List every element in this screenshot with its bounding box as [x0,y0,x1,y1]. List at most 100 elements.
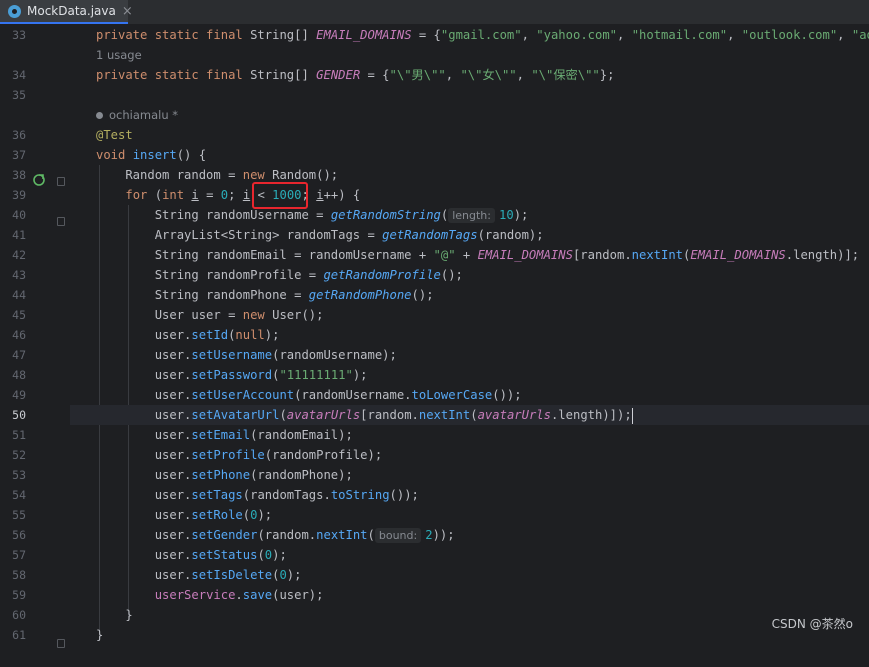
code-line[interactable]: 49 user.setUserAccount(randomUsername.to… [0,385,869,405]
code-line[interactable]: 47 user.setUsername(randomUsername); [0,345,869,365]
code-line[interactable]: 37 void insert() { [0,145,869,165]
code-token: nextInt [631,248,684,262]
code-line[interactable]: 44 String randomPhone = getRandomPhone()… [0,285,869,305]
author-hint[interactable]: ochiamalu * [96,105,178,125]
code-line[interactable]: 54 user.setTags(randomTags.toString()); [0,485,869,505]
code-token: 10 [499,208,514,222]
code-token: nextInt [316,528,368,542]
code-text: user.setGender(random.nextInt(bound: 2)); [96,525,455,545]
code-editor[interactable]: 33 private static final String[] EMAIL_DO… [0,25,869,667]
code-token: ()); [492,388,522,402]
line-number: 61 [12,628,26,642]
code-token: = { [360,68,390,82]
code-line[interactable]: 57 user.setStatus(0); [0,545,869,565]
code-token: "11111111" [279,368,353,382]
line-number: 52 [12,448,26,462]
code-token: "hotmail.com" [631,28,728,42]
code-line[interactable]: 61} [0,625,869,645]
code-text: userService.save(user); [96,585,324,605]
code-token: . [235,588,243,602]
code-text: String randomEmail = randomUsername + "@… [96,245,859,265]
code-line[interactable]: 43 String randomProfile = getRandomProfi… [0,265,869,285]
code-token: insert [132,148,177,162]
code-token: i [191,188,199,202]
line-number: 60 [12,608,26,622]
code-hint-row[interactable]: ochiamalu * [0,105,869,125]
code-line[interactable]: 46 user.setId(null); [0,325,869,345]
code-token: Random(); [272,168,339,182]
close-icon[interactable]: × [122,4,133,19]
code-line[interactable]: 40 String randomUsername = getRandomStri… [0,205,869,225]
code-line[interactable]: 59 userService.save(user); [0,585,869,605]
line-number: 44 [12,288,26,302]
code-text: user.setPhone(randomPhone); [96,465,353,485]
code-token: , [445,68,461,82]
code-token: (randomTags. [242,488,331,502]
code-line[interactable]: 45 User user = new User(); [0,305,869,325]
code-token: setEmail [191,428,251,442]
line-number: 55 [12,508,26,522]
code-token: "ao [851,28,869,42]
code-token: @Test [96,128,133,142]
code-token: setProfile [191,448,265,462]
code-line[interactable]: 55 user.setRole(0); [0,505,869,525]
code-line[interactable]: 34 private static final String[] GENDER =… [0,65,869,85]
usage-hint[interactable]: 1 usage [96,45,142,65]
code-token: EMAIL_DOMAINS [316,28,412,42]
code-token: () { [176,148,207,162]
watermark: CSDN @茶然o [771,617,853,631]
tab-mockdata-java[interactable]: MockData.java × [0,0,133,24]
code-token: private static final [96,28,251,42]
line-number: 59 [12,588,26,602]
code-text: } [96,625,103,645]
code-line[interactable]: 60 } [0,605,869,625]
code-token: user. [96,408,192,422]
code-line[interactable]: 35 [0,85,869,105]
code-token: String[] [250,28,317,42]
parameter-hint: bound: [374,528,422,543]
code-line[interactable]: 38 Random random = new Random(); [0,165,869,185]
code-hint-row[interactable]: 1 usage [0,45,869,65]
code-token: setGender [191,528,258,542]
code-line[interactable]: 56 user.setGender(random.nextInt(bound: 2… [0,525,869,545]
code-line[interactable]: 39 for (int i = 0; i < 1000; i++) { [0,185,869,205]
code-line[interactable]: 51 user.setEmail(randomEmail); [0,425,869,445]
code-text: user.setEmail(randomEmail); [96,425,353,445]
code-token: ); [513,208,529,222]
line-number: 57 [12,548,26,562]
code-token: user. [96,468,192,482]
code-token: , [727,28,742,42]
line-number: 53 [12,468,26,482]
code-line[interactable]: 33 private static final String[] EMAIL_DO… [0,25,869,45]
code-token: setPassword [191,368,273,382]
code-token: (randomUsername. [294,388,412,402]
line-number: 56 [12,528,26,542]
code-line[interactable]: 48 user.setPassword("11111111"); [0,365,869,385]
code-text: String randomPhone = getRandomPhone(); [96,285,434,305]
code-token: ()); [389,488,419,502]
code-token: save [242,588,273,602]
code-token: ( [440,208,449,222]
code-text: user.setAvatarUrl(avatarUrls[random.next… [96,405,633,425]
code-line[interactable]: 41 ArrayList<String> randomTags = getRan… [0,225,869,245]
line-number: 41 [12,228,26,242]
code-token: i [316,188,324,202]
code-token: 0 [279,568,287,582]
line-number: 58 [12,568,26,582]
code-token: ; [228,188,243,202]
code-text: user.setPassword("11111111"); [96,365,368,385]
code-token: user. [96,348,192,362]
code-token: int [162,188,192,202]
code-token: "\"女\"" [460,68,517,82]
annotation-highlight-box [252,182,308,209]
code-line[interactable]: 53 user.setPhone(randomPhone); [0,465,869,485]
code-line[interactable]: 36 @Test [0,125,869,145]
line-number: 40 [12,208,26,222]
code-line[interactable]: 42 String randomEmail = randomUsername +… [0,245,869,265]
code-line[interactable]: 52 user.setProfile(randomProfile); [0,445,869,465]
code-line[interactable]: 50 user.setAvatarUrl(avatarUrls[random.n… [0,405,869,425]
code-token: getRandomPhone [308,288,412,302]
code-line[interactable]: 58 user.setIsDelete(0); [0,565,869,585]
code-text: user.setUsername(randomUsername); [96,345,397,365]
